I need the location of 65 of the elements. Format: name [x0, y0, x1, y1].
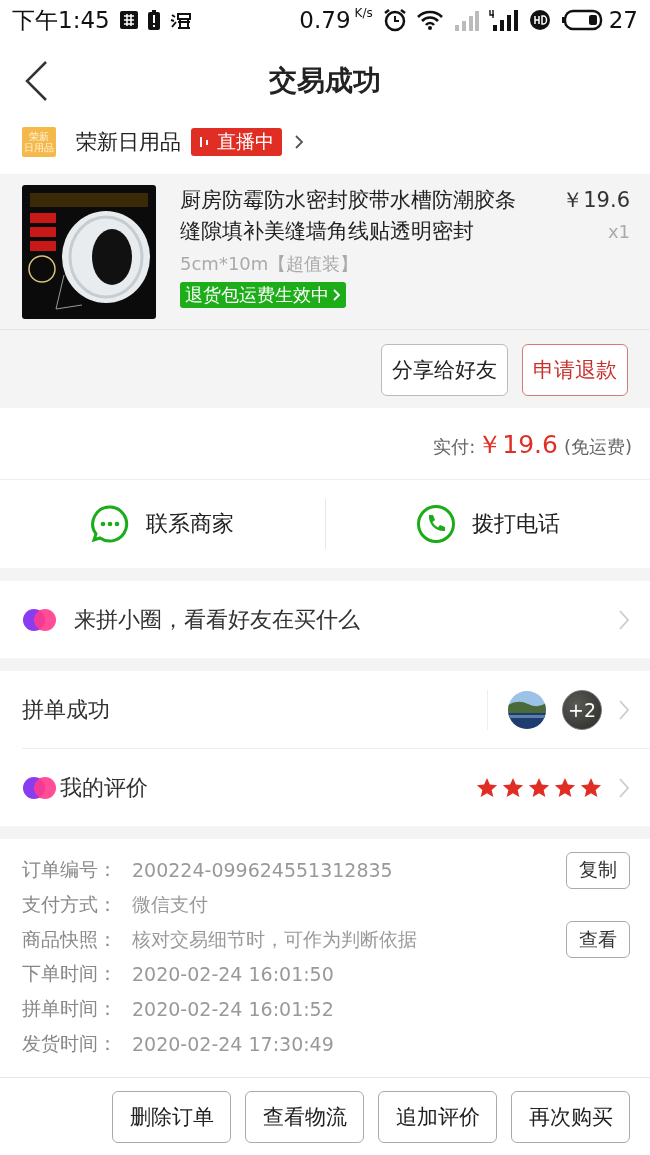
share-button[interactable]: 分享给好友	[381, 344, 508, 396]
detail-button[interactable]: 复制	[566, 851, 630, 889]
order-action-button[interactable]: 追加评价	[378, 1090, 497, 1143]
paid-amount: ￥19.6	[477, 429, 558, 461]
alarm-icon	[382, 8, 407, 32]
logo-text: 荣新	[29, 131, 49, 142]
detail-label: 拼单时间：	[22, 996, 118, 1022]
detail-value: 200224-099624551312835	[132, 859, 393, 882]
detail-value: 2020-02-24 16:01:50	[132, 963, 334, 986]
detail-label: 发货时间：	[22, 1030, 118, 1056]
chevron-right-icon	[332, 288, 341, 302]
app-notification-icon	[169, 11, 192, 29]
chevron-right-icon[interactable]	[294, 134, 304, 150]
detail-label: 商品快照：	[22, 926, 118, 952]
order-action-button[interactable]: 查看物流	[245, 1090, 364, 1143]
friends-circle-row[interactable]: 来拼小圈，看看好友在买什么	[0, 581, 650, 658]
star-icon	[476, 776, 498, 799]
chevron-right-icon	[618, 608, 630, 631]
signal-icon	[488, 9, 519, 31]
audio-bars-icon	[199, 135, 211, 149]
detail-label: 订单编号：	[22, 857, 118, 883]
speed-unit: K/s	[354, 6, 373, 20]
star-icon	[580, 776, 602, 799]
paid-label: 实付:	[433, 435, 476, 459]
status-time: 下午1:45	[12, 5, 110, 35]
my-review-label: 我的评价	[60, 773, 148, 802]
app-notification-icon	[119, 11, 138, 29]
star-icon	[502, 776, 524, 799]
battery-icon	[560, 9, 603, 31]
product-spec: 5cm*10m【超值装】	[180, 252, 360, 276]
star-icon	[528, 776, 550, 799]
back-icon[interactable]	[24, 60, 48, 102]
detail-value: 2020-02-24 17:30:49	[132, 1032, 334, 1055]
shipping-note: (免运费)	[563, 435, 632, 459]
live-badge[interactable]: 直播中	[191, 128, 282, 156]
shop-name[interactable]: 荣新日用品	[76, 128, 181, 156]
group-success-label: 拼单成功	[22, 695, 110, 724]
order-action-button[interactable]: 删除订单	[112, 1090, 231, 1143]
extra-members-badge: +2	[562, 689, 602, 730]
battery-alert-icon	[147, 10, 160, 30]
star-icon	[554, 776, 576, 799]
detail-label: 支付方式：	[22, 892, 118, 918]
contact-seller-button[interactable]: 联系商家	[0, 480, 325, 568]
overlapping-circles-icon	[22, 774, 58, 801]
hd-icon	[528, 9, 551, 31]
detail-value: 微信支付	[132, 892, 208, 918]
signal-icon	[452, 9, 479, 31]
phone-icon	[415, 504, 456, 544]
product-price: ￥19.6	[562, 187, 630, 214]
logo-text: 日用品	[24, 142, 54, 153]
detail-label: 下单时间：	[22, 961, 118, 987]
network-speed: 0.79	[299, 7, 351, 33]
page-title: 交易成功	[269, 63, 381, 99]
detail-button[interactable]: 查看	[566, 921, 630, 959]
product-title[interactable]: 厨房防霉防水密封胶带水槽防潮胶条缝隙填补美缝墙角线贴透明密封	[180, 185, 525, 247]
battery-level: 27	[608, 7, 638, 33]
wifi-icon	[416, 10, 443, 30]
detail-value: 核对交易细节时，可作为判断依据	[132, 926, 417, 952]
detail-value: 2020-02-24 16:01:52	[132, 998, 334, 1021]
order-action-button[interactable]: 再次购买	[511, 1090, 630, 1143]
chat-icon	[90, 504, 131, 544]
product-quantity: x1	[607, 220, 630, 244]
call-button[interactable]: 拨打电话	[325, 480, 650, 568]
refund-button[interactable]: 申请退款	[522, 344, 628, 396]
overlapping-circles-icon	[22, 606, 58, 633]
